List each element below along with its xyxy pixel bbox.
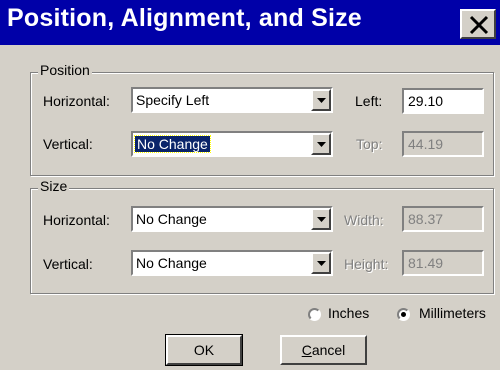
position-horizontal-select[interactable]: Specify Left [131, 87, 333, 113]
position-horizontal-dropdown-button[interactable] [311, 89, 331, 111]
size-vertical-label: Vertical: [43, 256, 93, 272]
millimeters-radio[interactable] [397, 308, 410, 321]
size-horizontal-select[interactable]: No Change [131, 206, 333, 232]
size-vertical-dropdown-button[interactable] [311, 252, 331, 274]
size-vertical-value: No Change [136, 255, 207, 271]
millimeters-label[interactable]: Millimeters [419, 305, 486, 321]
left-label: Left: [355, 93, 383, 109]
chevron-down-icon [317, 142, 326, 147]
size-horizontal-value: No Change [136, 211, 207, 227]
cancel-button[interactable]: Cancel [280, 335, 367, 365]
height-input: 81.49 [402, 250, 484, 276]
top-input: 44.19 [402, 131, 484, 157]
position-vertical-label: Vertical: [43, 136, 93, 152]
position-alignment-size-dialog: Position, Alignment, and Size Position H… [0, 0, 500, 370]
size-horizontal-label: Horizontal: [43, 212, 110, 228]
height-label: Height: [344, 256, 389, 272]
chevron-down-icon [317, 98, 326, 103]
position-vertical-select[interactable]: No Change [131, 131, 333, 157]
inches-label[interactable]: Inches [328, 305, 369, 321]
ok-button[interactable]: OK [165, 334, 243, 366]
title-bar[interactable]: Position, Alignment, and Size [0, 0, 500, 45]
position-vertical-value: No Change [134, 135, 211, 153]
chevron-down-icon [317, 261, 326, 266]
dialog-title: Position, Alignment, and Size [7, 4, 362, 32]
close-button[interactable] [460, 9, 496, 39]
position-legend: Position [38, 62, 92, 78]
position-horizontal-value: Specify Left [136, 92, 210, 108]
top-label: Top: [356, 136, 383, 152]
position-vertical-dropdown-button[interactable] [311, 133, 331, 155]
inches-radio[interactable] [308, 308, 321, 321]
size-group [30, 188, 494, 294]
chevron-down-icon [317, 217, 326, 222]
size-legend: Size [38, 178, 70, 194]
close-icon [469, 15, 489, 35]
width-label: Width: [344, 212, 384, 228]
size-horizontal-dropdown-button[interactable] [311, 208, 331, 230]
radio-selected-dot [401, 312, 406, 317]
cancel-label-rest: ancel [311, 342, 346, 358]
position-horizontal-label: Horizontal: [43, 93, 110, 109]
left-input[interactable]: 29.10 [402, 88, 484, 114]
cancel-accelerator: C [301, 342, 312, 358]
size-vertical-select[interactable]: No Change [131, 250, 333, 276]
width-input: 88.37 [402, 206, 484, 232]
